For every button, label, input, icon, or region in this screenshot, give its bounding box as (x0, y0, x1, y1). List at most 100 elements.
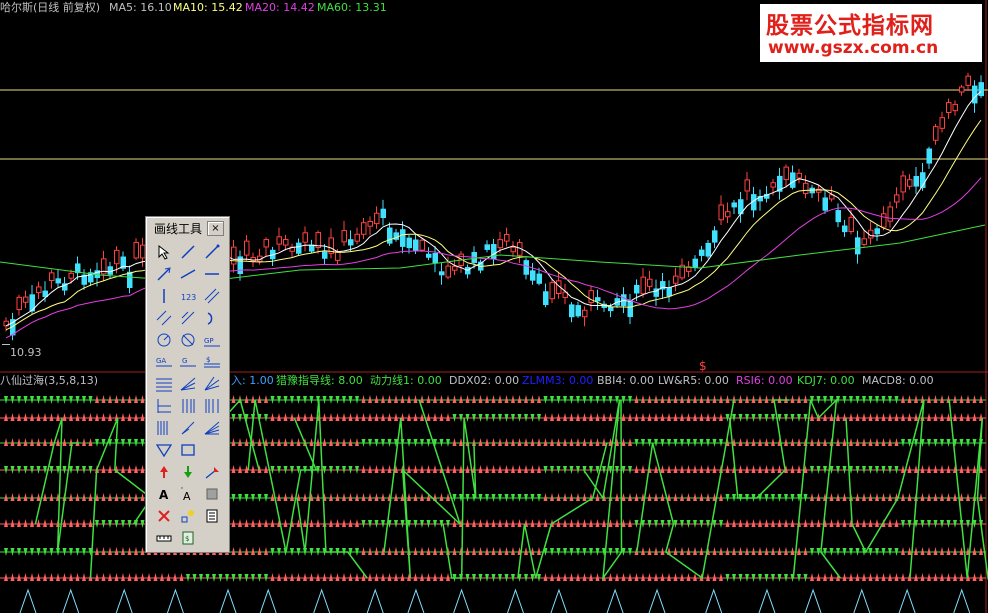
signal-zigzag (247, 399, 318, 553)
up-arrow-mark (777, 547, 782, 555)
up-arrow-mark (413, 395, 418, 403)
down-arrow-icon (184, 466, 192, 478)
up-arrow-mark (4, 493, 8, 501)
fibonacci-tool-button[interactable] (152, 373, 176, 395)
gann-point-tool-button[interactable]: GP (200, 329, 224, 351)
up-arrow-mark (465, 519, 470, 527)
up-arrow-mark (374, 493, 379, 501)
up-arrow-mark (140, 573, 145, 581)
drawing-tools-palette[interactable]: 画线工具 × 123 GP GA G $ A A ' $ (145, 216, 230, 553)
save-tool-button[interactable]: $ (176, 527, 200, 549)
fan-icon (180, 377, 196, 391)
fan-tool-button[interactable] (176, 373, 200, 395)
candle-body (803, 182, 809, 195)
up-arrow-mark (706, 465, 710, 473)
up-arrow-mark (647, 493, 652, 501)
up-arrow-mark (920, 493, 925, 501)
watermark-logo: 股票公式指标网 www.gszx.com.cn (760, 4, 982, 62)
up-arrow-mark (504, 438, 509, 446)
arc-tool-button[interactable] (200, 307, 224, 329)
candle-body (341, 230, 347, 243)
up-arrow-mark (296, 438, 301, 446)
up-arrow-mark (660, 493, 665, 501)
up-arrow-mark (966, 395, 970, 403)
triangle-tool-button[interactable] (152, 439, 176, 461)
up-arrow-mark (563, 438, 567, 446)
pointer-tool-button[interactable] (152, 241, 176, 263)
up-arrow-mark (179, 573, 184, 581)
rectangle-tool-button[interactable] (176, 439, 200, 461)
notes-tool-button[interactable] (200, 505, 224, 527)
vertical-line-tool-button[interactable] (152, 285, 176, 307)
up-arrow-mark (322, 413, 327, 421)
cyan-peak (853, 588, 871, 613)
extended-line-tool-button[interactable] (176, 263, 200, 285)
text-annotation-tool-button[interactable]: A ' (176, 483, 200, 505)
hide-tool-button[interactable] (200, 483, 224, 505)
up-arrow-mark (920, 547, 925, 555)
circle-tool-button[interactable] (152, 329, 176, 351)
up-arrow-mark (576, 438, 580, 446)
up-arrow-mark (563, 573, 567, 581)
down-arrow-tool-button[interactable] (176, 461, 200, 483)
trend-channel-tool-button[interactable] (176, 307, 200, 329)
up-arrow-mark (387, 395, 392, 403)
line-segment-tool-button[interactable] (176, 241, 200, 263)
candle-body (16, 296, 22, 311)
up-arrow-mark (82, 438, 86, 446)
up-arrow-mark (641, 573, 645, 581)
up-arrow-mark (894, 573, 899, 581)
gann-box-tool-button[interactable]: G (176, 351, 200, 373)
arrow-line-tool-button[interactable] (152, 263, 176, 285)
delete-tool-button[interactable] (152, 505, 176, 527)
ray-tool-button[interactable] (200, 241, 224, 263)
close-button[interactable]: × (207, 221, 224, 236)
up-arrow-mark (569, 413, 574, 421)
ruler-123-tool-button[interactable]: 123 (176, 285, 200, 307)
channel-tool-button[interactable] (152, 307, 176, 329)
up-arrow-mark (511, 395, 515, 403)
up-arrow-tool-button[interactable] (152, 461, 176, 483)
up-arrow-mark (88, 493, 93, 501)
price-marker-tool-button[interactable] (200, 461, 224, 483)
up-arrow-mark (49, 519, 54, 527)
text-tool-button[interactable]: A (152, 483, 176, 505)
up-arrow-mark (933, 573, 938, 581)
up-arrow-mark (407, 493, 411, 501)
up-arrow-mark (855, 573, 860, 581)
candle-body (367, 220, 373, 227)
speed-lines-tool-button[interactable]: $ (200, 351, 224, 373)
speed-lines-icon: $ (204, 356, 220, 368)
up-arrow-mark (49, 413, 54, 421)
resistance-tool-button[interactable] (200, 395, 224, 417)
sun-moon-tool-button[interactable] (176, 505, 200, 527)
period-lines-tool-button[interactable] (152, 395, 176, 417)
up-arrow-mark (686, 493, 691, 501)
palette-titlebar[interactable]: 画线工具 × (148, 219, 227, 236)
percent-lines-tool-button[interactable] (176, 417, 200, 439)
price-marker-icon (205, 467, 219, 479)
cycle-tool-button[interactable] (176, 329, 200, 351)
candle-body (796, 172, 802, 179)
fan-lines-tool-button[interactable] (200, 373, 224, 395)
regression-tool-button[interactable] (152, 417, 176, 439)
up-arrow-mark (361, 395, 366, 403)
up-arrow-mark (888, 413, 892, 421)
parallel-lines-tool-button[interactable] (200, 285, 224, 307)
horizontal-line-tool-button[interactable] (200, 263, 224, 285)
up-arrow-mark (745, 547, 749, 555)
gann-angle-tool-button[interactable]: GA (152, 351, 176, 373)
up-arrow-mark (764, 438, 769, 446)
up-arrow-mark (881, 573, 886, 581)
up-arrow-mark (556, 573, 561, 581)
measure-tool-button[interactable] (152, 527, 176, 549)
up-arrow-mark (407, 413, 411, 421)
up-arrow-mark (654, 413, 658, 421)
candle-body (23, 296, 29, 303)
golden-lines-tool-button[interactable] (176, 395, 200, 417)
fan-rays-tool-button[interactable] (200, 417, 224, 439)
up-arrow-mark (270, 519, 275, 527)
cyan-peak (550, 588, 568, 613)
candle-body (699, 249, 705, 256)
candle-body (959, 86, 965, 93)
